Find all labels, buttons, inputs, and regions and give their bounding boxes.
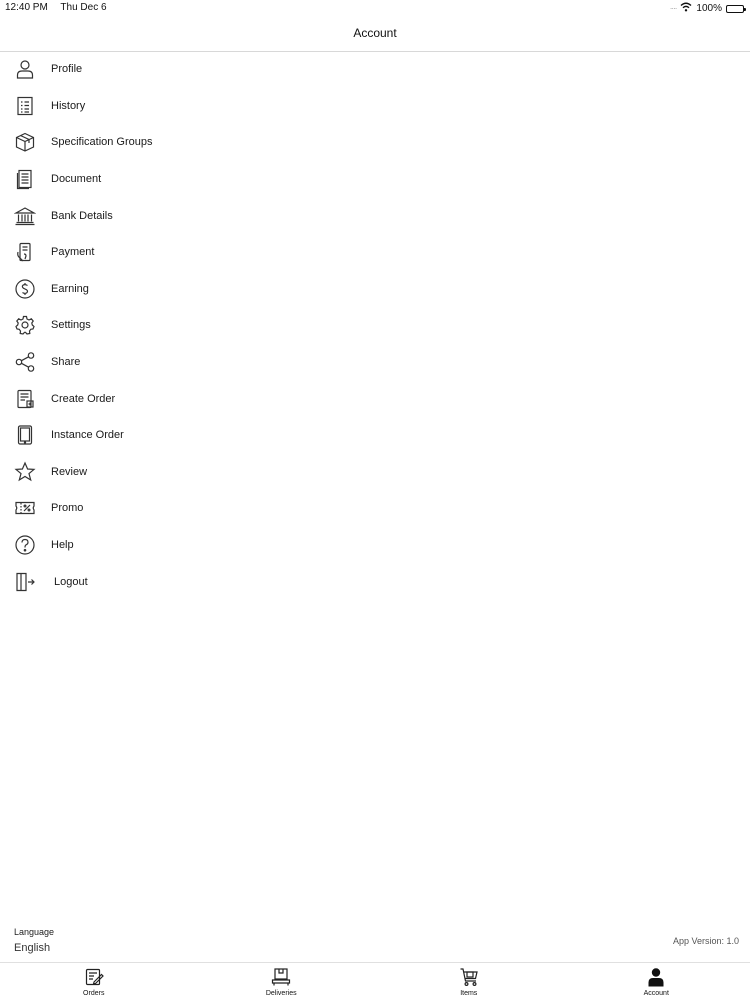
menu-item-label: Bank Details xyxy=(51,210,113,222)
menu-item-label: Logout xyxy=(54,576,88,588)
create-order-icon xyxy=(14,388,36,410)
menu-item-label: Settings xyxy=(51,319,91,331)
star-icon xyxy=(14,461,36,483)
status-bar: 12:40 PM Thu Dec 6 ···· 100% xyxy=(0,0,750,16)
menu-item-label: Review xyxy=(51,466,87,478)
menu-item-document[interactable]: Document xyxy=(0,161,750,198)
page-title: Account xyxy=(0,26,750,40)
list-icon xyxy=(14,95,36,117)
tab-label: Account xyxy=(644,990,669,997)
menu-item-instance-order[interactable]: Instance Order xyxy=(0,417,750,454)
status-time: 12:40 PM xyxy=(5,2,48,13)
box-icon xyxy=(14,131,36,153)
menu-item-label: Create Order xyxy=(51,393,115,405)
menu-item-specification-groups[interactable]: Specification Groups xyxy=(0,124,750,161)
status-date: Thu Dec 6 xyxy=(60,2,106,13)
battery-percent: 100% xyxy=(696,3,722,14)
tab-deliveries[interactable]: Deliveries xyxy=(188,963,376,1001)
tablet-icon xyxy=(14,424,36,446)
menu-item-create-order[interactable]: Create Order xyxy=(0,380,750,417)
menu-item-review[interactable]: Review xyxy=(0,454,750,491)
logout-icon xyxy=(14,571,36,593)
menu-item-bank-details[interactable]: Bank Details xyxy=(0,197,750,234)
tab-label: Deliveries xyxy=(266,990,297,997)
menu-item-label: Help xyxy=(51,539,74,551)
menu-item-promo[interactable]: Promo xyxy=(0,490,750,527)
document-icon xyxy=(14,168,36,190)
menu-item-earning[interactable]: Earning xyxy=(0,271,750,308)
payment-icon xyxy=(14,241,36,263)
menu-item-label: Specification Groups xyxy=(51,136,153,148)
app-version: App Version: 1.0 xyxy=(673,936,739,946)
menu-item-label: Profile xyxy=(51,63,82,75)
menu-item-label: History xyxy=(51,100,85,112)
menu-item-label: Instance Order xyxy=(51,429,124,441)
menu-item-settings[interactable]: Settings xyxy=(0,307,750,344)
promo-icon xyxy=(14,497,36,519)
menu-item-label: Earning xyxy=(51,283,89,295)
battery-icon xyxy=(726,5,744,13)
language-selector[interactable]: English xyxy=(14,942,50,954)
menu-item-payment[interactable]: Payment xyxy=(0,234,750,271)
menu-item-profile[interactable]: Profile xyxy=(0,51,750,88)
tab-orders[interactable]: Orders xyxy=(0,963,188,1001)
account-menu: Profile History Specification Groups Doc… xyxy=(0,51,750,600)
orders-icon xyxy=(84,967,104,987)
bank-icon xyxy=(14,205,36,227)
share-icon xyxy=(14,351,36,373)
language-label: Language xyxy=(14,927,54,937)
menu-item-logout[interactable]: Logout xyxy=(0,563,750,600)
tab-bar: Orders Deliveries Items Account xyxy=(0,962,750,1001)
deliveries-icon xyxy=(271,967,291,987)
help-icon xyxy=(14,534,36,556)
menu-item-history[interactable]: History xyxy=(0,88,750,125)
user-icon xyxy=(14,58,36,80)
signal-dots-icon: ···· xyxy=(670,4,677,13)
menu-item-share[interactable]: Share xyxy=(0,344,750,381)
cart-icon xyxy=(459,967,479,987)
dollar-icon xyxy=(14,278,36,300)
menu-item-label: Promo xyxy=(51,502,83,514)
wifi-icon xyxy=(680,2,692,15)
tab-account[interactable]: Account xyxy=(563,963,750,1001)
gear-icon xyxy=(14,314,36,336)
tab-items[interactable]: Items xyxy=(375,963,563,1001)
account-icon xyxy=(646,967,666,987)
menu-item-help[interactable]: Help xyxy=(0,527,750,564)
tab-label: Items xyxy=(460,990,477,997)
menu-item-label: Payment xyxy=(51,246,94,258)
tab-label: Orders xyxy=(83,990,104,997)
navigation-bar: Account xyxy=(0,16,750,52)
menu-item-label: Share xyxy=(51,356,80,368)
menu-item-label: Document xyxy=(51,173,101,185)
